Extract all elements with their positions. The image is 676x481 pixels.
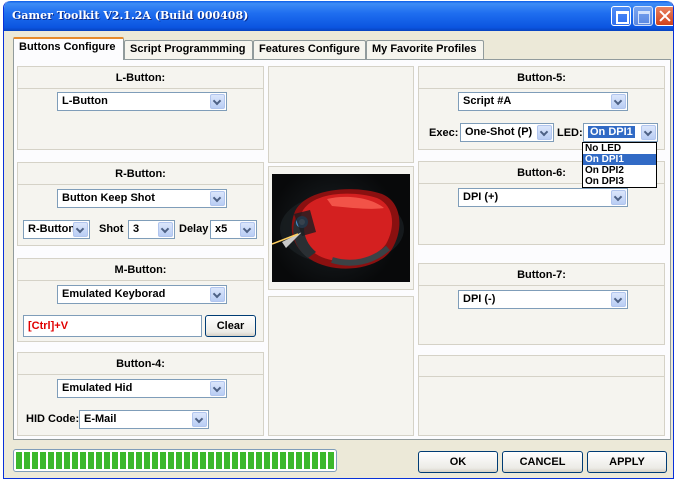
button5-header: Button-5: <box>418 66 665 90</box>
mbutton-select[interactable]: Emulated Keyborad <box>57 285 227 304</box>
exec-label: Exec: <box>429 127 459 139</box>
shot-label: Shot <box>99 223 124 235</box>
chevron-down-icon <box>611 190 626 205</box>
button4-select[interactable]: Emulated Hid <box>57 379 227 398</box>
led-option-no-led[interactable]: No LED <box>583 143 656 154</box>
mbutton-panel: Emulated Keyborad [Ctrl]+V Clear <box>17 280 264 342</box>
select-value: x5 <box>215 223 228 235</box>
chevron-down-icon <box>641 125 656 140</box>
key-combo-field[interactable]: [Ctrl]+V <box>23 315 202 337</box>
delay-select[interactable]: x5 <box>210 220 257 239</box>
led-option-on-dpi3[interactable]: On DPI3 <box>583 176 656 187</box>
ok-button[interactable]: OK <box>418 451 498 473</box>
middle-top-panel <box>268 66 414 163</box>
progress-bar <box>13 449 337 472</box>
lbutton-select[interactable]: L-Button <box>57 92 227 111</box>
chevron-down-icon <box>240 222 255 237</box>
tab-my-favorite-profiles[interactable]: My Favorite Profiles <box>366 40 484 59</box>
tab-features-configure[interactable]: Features Configure <box>253 40 366 59</box>
select-value: 3 <box>133 223 140 235</box>
app-window: Gamer Toolkit V2.1.2A (Build 000408) But… <box>3 1 674 479</box>
mouse-illustration <box>272 189 404 269</box>
button4-title: Button-4: <box>116 358 165 370</box>
select-value: One-Shot (P) <box>465 126 533 138</box>
chevron-down-icon <box>158 222 173 237</box>
button5-select[interactable]: Script #A <box>458 92 628 111</box>
select-value: Emulated Hid <box>62 382 133 394</box>
select-value: DPI (+) <box>463 191 499 203</box>
chevron-down-icon <box>210 381 225 396</box>
apply-button[interactable]: APPLY <box>587 451 667 473</box>
hid-code-select[interactable]: E-Mail <box>79 410 209 429</box>
button5-title: Button-5: <box>517 72 566 84</box>
select-value: DPI (-) <box>463 293 496 305</box>
hid-code-label: HID Code: <box>26 413 80 425</box>
title-bar[interactable]: Gamer Toolkit V2.1.2A (Build 000408) <box>4 1 673 31</box>
clear-button[interactable]: Clear <box>205 315 256 337</box>
led-label: LED: <box>557 127 583 139</box>
mbutton-header: M-Button: <box>17 258 264 282</box>
chevron-down-icon <box>537 125 552 140</box>
tab-label: My Favorite Profiles <box>372 43 477 55</box>
tab-script-programming[interactable]: Script Programmming <box>124 40 253 59</box>
button7-header: Button-7: <box>418 263 665 287</box>
select-value: E-Mail <box>84 413 117 425</box>
button4-panel: Emulated Hid HID Code: E-Mail <box>17 374 264 436</box>
select-value: R-Button <box>28 223 76 235</box>
button8-panel <box>418 376 665 436</box>
select-value: Script #A <box>463 95 512 107</box>
select-value: Button Keep Shot <box>62 192 155 204</box>
tab-buttons-configure[interactable]: Buttons Configure <box>13 37 124 60</box>
tab-label: Script Programmming <box>130 43 246 55</box>
lbutton-header: L-Button: <box>17 66 264 90</box>
delay-label: Delay <box>179 223 209 235</box>
led-select[interactable]: On DPI1 <box>583 123 658 142</box>
button4-header: Button-4: <box>17 352 264 376</box>
shot-select[interactable]: 3 <box>128 220 175 239</box>
tab-label: Features Configure <box>259 43 360 55</box>
lbutton-title: L-Button: <box>115 72 166 84</box>
led-option-on-dpi1[interactable]: On DPI1 <box>583 154 656 165</box>
exec-select[interactable]: One-Shot (P) <box>460 123 554 142</box>
lbutton-panel: L-Button <box>17 88 264 150</box>
button7-title: Button-7: <box>517 269 566 281</box>
chevron-down-icon <box>210 287 225 302</box>
middle-bottom-panel <box>268 296 414 436</box>
chevron-down-icon <box>210 191 225 206</box>
rbutton-panel: Button Keep Shot R-Button Shot 3 Delay x… <box>17 184 264 246</box>
close-icon[interactable] <box>655 6 673 26</box>
select-value: Emulated Keyborad <box>62 288 166 300</box>
button7-select[interactable]: DPI (-) <box>458 290 628 309</box>
button6-panel: DPI (+) <box>418 183 665 245</box>
minimize-icon[interactable] <box>611 6 631 26</box>
window-title: Gamer Toolkit V2.1.2A (Build 000408) <box>12 9 249 22</box>
gaming-mouse-image <box>272 174 410 282</box>
button7-panel: DPI (-) <box>418 285 665 345</box>
button6-select[interactable]: DPI (+) <box>458 188 628 207</box>
chevron-down-icon <box>192 412 207 427</box>
select-value: L-Button <box>62 95 108 107</box>
button8-header <box>418 355 665 377</box>
progress-fill <box>16 452 334 469</box>
cancel-button[interactable]: CANCEL <box>502 451 583 473</box>
rbutton-header: R-Button: <box>17 162 264 186</box>
chevron-down-icon <box>73 222 88 237</box>
maximize-icon[interactable] <box>633 6 653 26</box>
select-value: On DPI1 <box>588 126 635 138</box>
chevron-down-icon <box>210 94 225 109</box>
tab-label: Buttons Configure <box>19 41 116 53</box>
button5-panel: Script #A Exec: One-Shot (P) LED: On DPI… <box>418 88 665 150</box>
mouse-image-panel <box>268 166 414 290</box>
rbutton-button-select[interactable]: R-Button <box>23 220 90 239</box>
rbutton-select[interactable]: Button Keep Shot <box>57 189 227 208</box>
chevron-down-icon <box>611 94 626 109</box>
mbutton-title: M-Button: <box>114 264 167 276</box>
chevron-down-icon <box>611 292 626 307</box>
led-option-on-dpi2[interactable]: On DPI2 <box>583 165 656 176</box>
led-dropdown-list[interactable]: No LED On DPI1 On DPI2 On DPI3 <box>582 142 657 188</box>
rbutton-title: R-Button: <box>115 168 166 180</box>
